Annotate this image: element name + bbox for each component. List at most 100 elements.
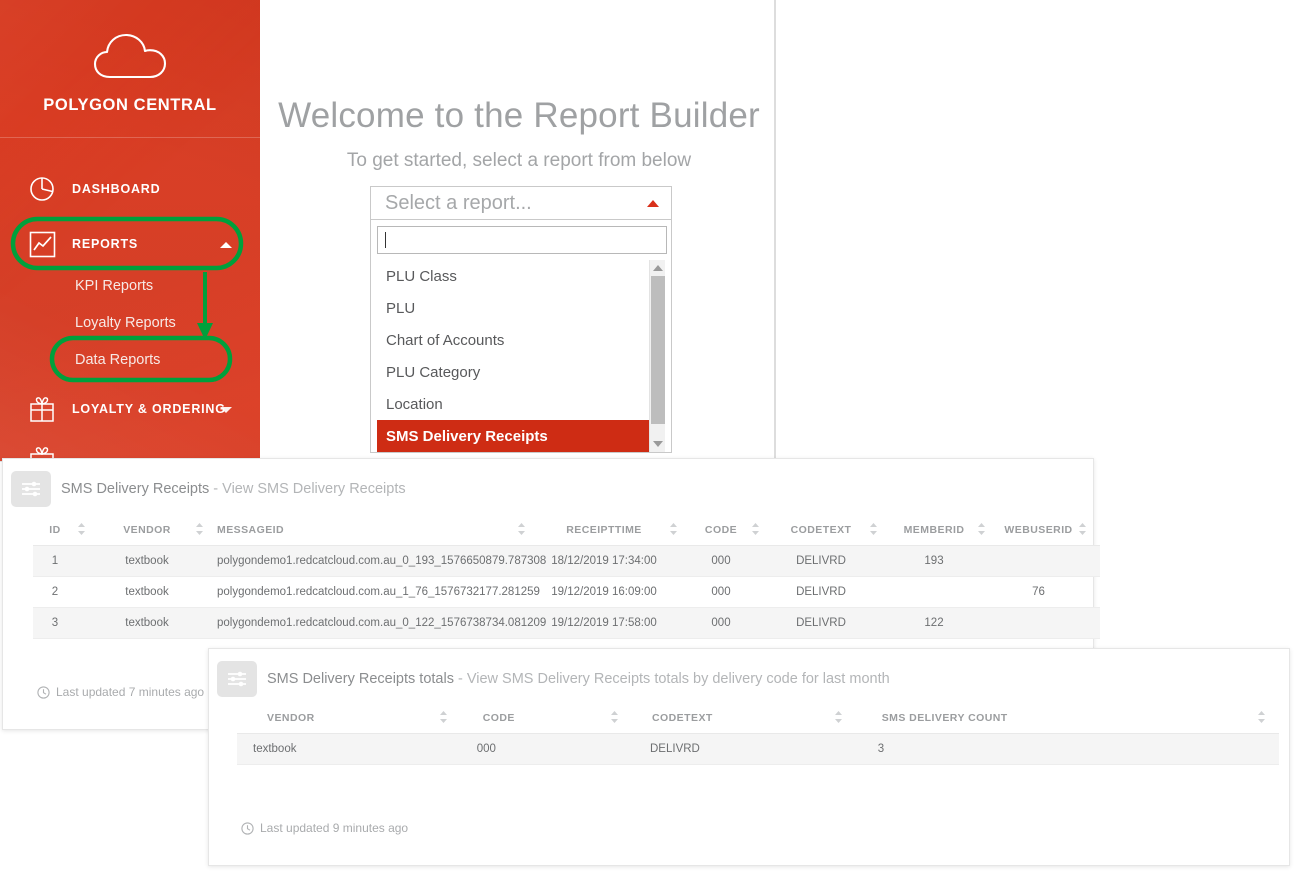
column-header-messageid[interactable]: MESSAGEID <box>217 519 517 546</box>
clock-icon <box>37 685 50 699</box>
report-option[interactable]: Chart of Accounts <box>377 324 665 356</box>
sort-icon-receipttime[interactable] <box>669 519 691 546</box>
sort-icon-code[interactable] <box>609 707 632 734</box>
main-content: Welcome to the Report Builder To get sta… <box>262 0 774 461</box>
panel-title-sub: - View SMS Delivery Receipts <box>213 481 406 497</box>
cell-pad <box>669 607 691 639</box>
table-row[interactable]: 1 textbook polygondemo1.redcatcloud.com.… <box>33 545 1100 577</box>
report-select-box[interactable]: Select a report... <box>370 186 672 220</box>
sliders-icon[interactable] <box>11 471 51 507</box>
scroll-up-icon[interactable] <box>650 260 665 276</box>
report-search-input[interactable] <box>377 226 667 254</box>
report-option-selected[interactable]: SMS Delivery Receipts <box>377 420 665 452</box>
cell-webuserid: 76 <box>999 576 1078 608</box>
panel-title-main: SMS Delivery Receipts totals <box>267 671 454 687</box>
last-updated-2: Last updated 9 minutes ago <box>241 821 408 835</box>
column-header-memberid[interactable]: MEMBERID <box>891 519 977 546</box>
column-header-id[interactable]: ID <box>33 519 77 546</box>
last-updated-1: Last updated 7 minutes ago <box>37 685 204 699</box>
report-table-2: VENDOR CODE CODETEXT SMS DELIVERY COUNT … <box>237 707 1279 765</box>
cell-pad <box>195 607 217 639</box>
sidebar-item-reports[interactable]: REPORTS <box>0 222 260 266</box>
report-option[interactable]: PLU Class <box>377 260 665 292</box>
cell-code: 000 <box>691 576 751 608</box>
cell-pad <box>977 576 999 608</box>
column-header-sms-delivery-count[interactable]: SMS DELIVERY COUNT <box>855 707 1257 734</box>
sort-icon-vendor[interactable] <box>195 519 217 546</box>
cell-pad <box>77 576 99 608</box>
cell-id: 1 <box>33 545 77 577</box>
sidebar-item-label: LOYALTY & ORDERING <box>72 402 226 416</box>
column-header-receipttime[interactable]: RECEIPTTIME <box>539 519 669 546</box>
column-header-vendor[interactable]: VENDOR <box>237 707 439 734</box>
cell-codetext: DELIVRD <box>632 733 834 765</box>
dropdown-scrollbar[interactable] <box>649 260 665 452</box>
cell-pad <box>1078 545 1100 577</box>
cell-pad <box>669 576 691 608</box>
report-select-placeholder: Select a report... <box>385 191 532 214</box>
sort-icon-id[interactable] <box>77 519 99 546</box>
cell-vendor: textbook <box>99 545 195 577</box>
panel-title: SMS Delivery Receipts - View SMS Deliver… <box>61 481 406 497</box>
sort-icon-code[interactable] <box>751 519 773 546</box>
column-header-code[interactable]: CODE <box>460 707 610 734</box>
sidebar-subitem-label: KPI Reports <box>75 277 154 294</box>
scrollbar-thumb[interactable] <box>651 276 665 424</box>
table-row[interactable]: 3 textbook polygondemo1.redcatcloud.com.… <box>33 607 1100 639</box>
sidebar-item-loyalty-reports[interactable]: Loyalty Reports <box>0 304 260 341</box>
cell-vendor: textbook <box>99 576 195 608</box>
cell-memberid: 122 <box>891 607 977 639</box>
cell-pad <box>751 545 773 577</box>
sort-icon-codetext[interactable] <box>833 707 856 734</box>
sort-icon-codetext[interactable] <box>869 519 891 546</box>
scroll-down-icon[interactable] <box>650 436 665 452</box>
cell-pad <box>77 607 99 639</box>
chevron-up-icon[interactable] <box>647 200 659 207</box>
report-table-1: ID VENDOR MESSAGEID RECEIPTTIME CODE COD… <box>33 519 1100 639</box>
sidebar-subitem-label: Data Reports <box>75 351 161 368</box>
cell-receipttime: 19/12/2019 16:09:00 <box>539 576 669 608</box>
sort-icon-webuserid[interactable] <box>1078 519 1100 546</box>
cell-pad <box>869 576 891 608</box>
report-option-list[interactable]: PLU Class PLU Chart of Accounts PLU Cate… <box>377 260 665 452</box>
cell-codetext: DELIVRD <box>773 607 869 639</box>
sort-icon-sms-delivery-count[interactable] <box>1256 707 1279 734</box>
report-option[interactable]: PLU <box>377 292 665 324</box>
chevron-up-icon[interactable] <box>220 242 232 248</box>
sort-icon-vendor[interactable] <box>438 707 461 734</box>
cell-pad <box>1078 576 1100 608</box>
page-subtitle: To get started, select a report from bel… <box>346 150 692 171</box>
column-header-webuserid[interactable]: WEBUSERID <box>999 519 1078 546</box>
chevron-down-icon[interactable] <box>220 407 232 413</box>
table-row[interactable]: textbook 000 DELIVRD 3 <box>237 733 1279 765</box>
brand-divider <box>0 137 260 138</box>
sidebar-item-dashboard[interactable]: DASHBOARD <box>0 167 260 211</box>
brand-name: POLYGON CENTRAL <box>43 96 217 114</box>
column-header-codetext[interactable]: CODETEXT <box>773 519 869 546</box>
column-header-codetext[interactable]: CODETEXT <box>632 707 834 734</box>
cell-memberid: 193 <box>891 545 977 577</box>
cell-pad <box>977 545 999 577</box>
sidebar-item-loyalty-ordering[interactable]: LOYALTY & ORDERING <box>0 387 260 431</box>
cell-code: 000 <box>691 607 751 639</box>
cell-vendor: textbook <box>99 607 195 639</box>
report-select[interactable]: Select a report... PLU Class PLU Chart o… <box>370 186 672 453</box>
sliders-icon[interactable] <box>217 661 257 697</box>
report-option[interactable]: Location <box>377 388 665 420</box>
sort-icon-memberid[interactable] <box>977 519 999 546</box>
sidebar-item-kpi-reports[interactable]: KPI Reports <box>0 267 260 304</box>
column-header-code[interactable]: CODE <box>691 519 751 546</box>
column-header-vendor[interactable]: VENDOR <box>99 519 195 546</box>
page-title: Welcome to the Report Builder <box>278 96 760 135</box>
cell-webuserid <box>999 607 1078 639</box>
report-option[interactable]: PLU Category <box>377 356 665 388</box>
cell-pad <box>609 733 632 765</box>
cell-id: 2 <box>33 576 77 608</box>
sidebar-item-label: REPORTS <box>72 237 139 251</box>
panel-header: SMS Delivery Receipts - View SMS Deliver… <box>3 459 1093 515</box>
sidebar-item-data-reports[interactable]: Data Reports <box>0 341 260 378</box>
sort-icon-messageid[interactable] <box>517 519 539 546</box>
panel-title: SMS Delivery Receipts totals - View SMS … <box>267 671 890 687</box>
report-dropdown: PLU Class PLU Chart of Accounts PLU Cate… <box>370 220 672 453</box>
table-row[interactable]: 2 textbook polygondemo1.redcatcloud.com.… <box>33 576 1100 608</box>
